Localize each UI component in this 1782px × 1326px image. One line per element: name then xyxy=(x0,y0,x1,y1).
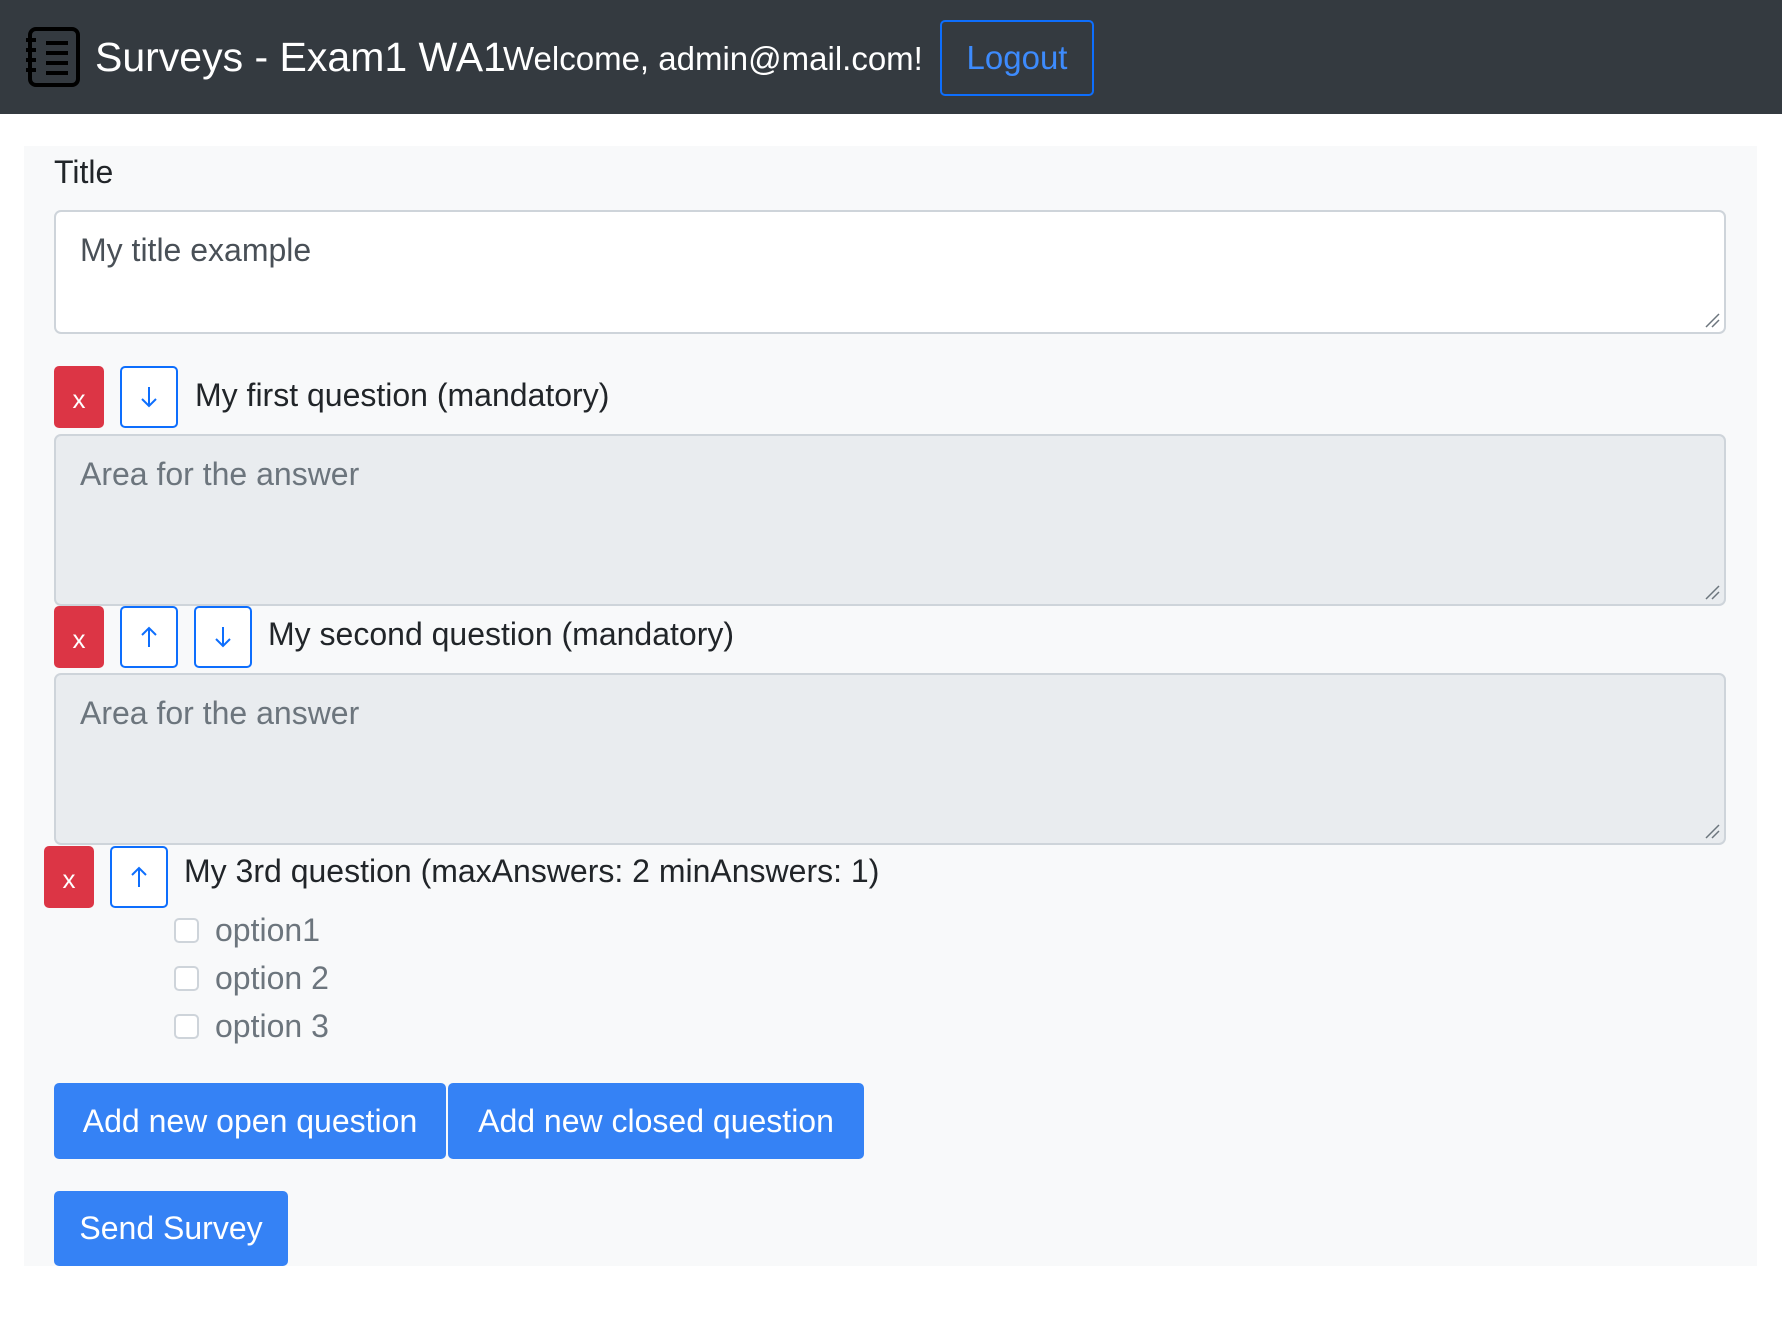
option-1-label: option1 xyxy=(215,912,320,948)
question-2-placeholder: Area for the answer xyxy=(80,695,360,731)
option-2-checkbox[interactable] xyxy=(174,965,199,991)
question-2-label: My second question (mandatory) xyxy=(268,616,734,652)
delete-question-3-button[interactable]: x xyxy=(44,846,94,908)
move-up-question-2-button[interactable] xyxy=(120,606,178,668)
option-row[interactable]: option 3 xyxy=(174,1006,329,1046)
arrow-down-icon xyxy=(141,387,157,408)
delete-question-2-button[interactable]: x xyxy=(54,606,104,668)
move-down-question-2-button[interactable] xyxy=(194,606,252,668)
move-up-question-3-button[interactable] xyxy=(110,846,168,908)
option-3-label: option 3 xyxy=(215,1008,329,1044)
welcome-message: Welcome, admin@mail.com! xyxy=(503,40,923,77)
option-2-label: option 2 xyxy=(215,960,329,996)
option-row[interactable]: option 2 xyxy=(174,958,329,998)
notebook-list-icon xyxy=(26,27,80,87)
app-title[interactable]: Surveys - Exam1 WA1 xyxy=(95,32,506,82)
question-2-answer-area: Area for the answer xyxy=(54,673,1726,845)
send-survey-button[interactable]: Send Survey xyxy=(54,1191,288,1266)
title-field-value: My title example xyxy=(80,232,312,268)
arrow-down-icon xyxy=(215,627,231,648)
move-down-question-1-button[interactable] xyxy=(120,366,178,428)
add-closed-question-button[interactable]: Add new closed question xyxy=(448,1083,864,1159)
title-label: Title xyxy=(54,154,114,190)
survey-form: Title My title example x My first questi… xyxy=(24,146,1757,1266)
arrow-up-icon xyxy=(141,626,157,647)
question-1-answer-area: Area for the answer xyxy=(54,434,1726,606)
option-3-checkbox[interactable] xyxy=(174,1013,199,1039)
arrow-up-icon xyxy=(131,866,147,887)
resize-grip-icon[interactable] xyxy=(1704,312,1720,328)
navbar: Surveys - Exam1 WA1 Welcome, admin@mail.… xyxy=(0,0,1782,114)
add-open-question-button[interactable]: Add new open question xyxy=(54,1083,446,1159)
delete-question-1-button[interactable]: x xyxy=(54,366,104,428)
question-1-label: My first question (mandatory) xyxy=(195,377,610,413)
title-field[interactable]: My title example xyxy=(54,210,1726,334)
resize-grip-icon xyxy=(1705,585,1720,600)
resize-grip-icon xyxy=(1705,824,1720,839)
question-3-label: My 3rd question (maxAnswers: 2 minAnswer… xyxy=(184,853,880,889)
logout-button[interactable]: Logout xyxy=(940,20,1094,96)
option-1-checkbox[interactable] xyxy=(174,917,199,943)
question-1-placeholder: Area for the answer xyxy=(80,456,360,492)
option-row[interactable]: option1 xyxy=(174,910,320,950)
